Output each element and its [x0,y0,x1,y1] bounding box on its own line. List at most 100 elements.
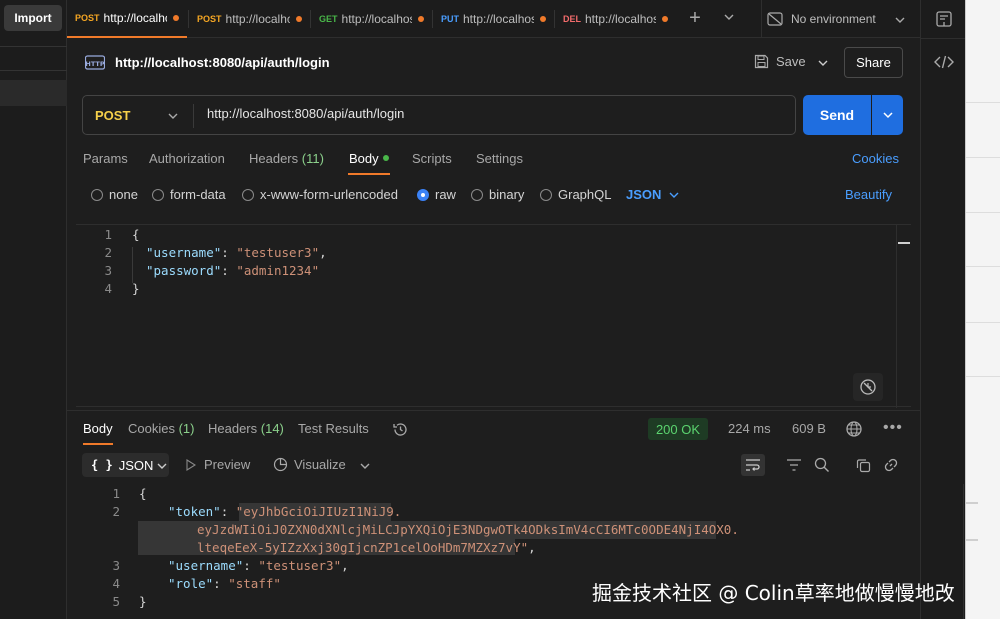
send-button[interactable]: Send [803,95,871,135]
tab-headers-label: Headers [249,151,299,166]
request-tab[interactable]: GET http://localhos [311,0,432,38]
response-cookies-label: Cookies [128,421,175,436]
active-tab-underline [83,443,113,445]
json-value: "admin1234" [236,263,320,278]
edge-line [966,266,1000,267]
filter-icon[interactable] [782,454,806,476]
raw-format-select[interactable]: JSON [626,187,661,202]
share-button[interactable]: Share [844,47,903,78]
json-value: "testuser3" [258,558,342,573]
request-title[interactable]: http://localhost:8080/api/auth/login [115,55,330,70]
tabs-chevron-down-icon[interactable] [722,10,736,27]
left-sidebar: Import [0,0,67,619]
response-tab-cookies[interactable]: Cookies (1) [128,421,194,436]
request-tab[interactable]: PUT http://localhos [433,0,554,38]
request-tab[interactable]: DEL http://localhos [555,0,676,38]
body-type-label: binary [489,187,525,202]
line-number: 2 [104,245,112,260]
url-input[interactable] [207,106,767,121]
environment-quick-look-icon[interactable] [935,10,953,31]
json-value: "testuser3" [236,245,320,260]
http-request-icon: HTTP [84,54,106,75]
code-brace: { [139,486,147,501]
body-type-binary[interactable]: binary [471,187,524,202]
line-number: 2 [112,504,120,519]
tab-method: GET [319,14,338,24]
copy-icon[interactable] [851,454,875,476]
body-type-urlencoded[interactable]: x-www-form-urlencoded [242,187,398,202]
edge-line [966,322,1000,323]
tab-headers[interactable]: Headers (11) [249,151,324,166]
environment-selector[interactable]: No environment [761,0,911,38]
method-chevron-down-icon[interactable] [167,110,179,125]
send-chevron-down-icon [882,109,894,121]
history-icon[interactable] [392,421,409,441]
status-badge[interactable]: 200 OK [648,418,708,440]
tab-body[interactable]: Body [349,151,389,166]
json-key: "token" [168,504,221,519]
response-tab-headers[interactable]: Headers (14) [208,421,284,436]
format-chevron-down-icon[interactable] [156,460,168,475]
body-type-none[interactable]: none [91,187,138,202]
code-brace: } [132,281,140,296]
line-number: 4 [112,576,120,591]
save-options-chevron-down-icon[interactable] [816,56,830,73]
indent-guide [132,247,133,283]
json-key: "username" [168,558,244,573]
json-value: lteqeEeX-5yIZzXxj30gIjcnZP1celOoHDm7MZXz… [197,540,529,555]
tab-authorization[interactable]: Authorization [149,151,225,166]
response-scrollbar[interactable] [963,484,979,619]
schema-toggle-icon[interactable] [853,373,883,401]
request-tab[interactable]: POST http://localhc [189,0,310,38]
new-tab-plus-icon[interactable]: + [684,8,706,30]
send-options-button[interactable] [872,95,903,135]
radio-icon [91,188,103,201]
method-selector[interactable]: POST [95,108,130,123]
line-number: 1 [112,486,120,501]
body-type-graphql[interactable]: GraphQL [540,187,611,202]
tab-scripts[interactable]: Scripts [412,151,452,166]
response-tab-test-results[interactable]: Test Results [298,421,369,436]
code-brace: { [132,227,140,242]
tab-url: http://localhos [463,12,534,26]
globe-icon[interactable] [845,420,863,441]
tab-settings[interactable]: Settings [476,151,523,166]
save-button[interactable]: Save [754,54,806,69]
request-body-editor[interactable]: 1 2 3 4 { "username": "testuser3", "pass… [76,224,911,408]
body-type-form-data[interactable]: form-data [152,187,226,202]
edge-line [966,212,1000,213]
scroll-marker [898,242,910,244]
sidebar-divider [0,70,67,71]
right-rail [920,0,966,619]
preview-button[interactable]: Preview [186,457,250,472]
response-tab-body[interactable]: Body [83,421,113,436]
tab-url: http://localhos [585,12,656,26]
visualize-chevron-down-icon[interactable] [359,460,371,475]
response-headers-count: (14) [260,421,284,436]
body-type-raw[interactable]: raw [417,187,456,202]
editor-scrollbar[interactable] [896,225,910,408]
response-size[interactable]: 609 B [792,421,826,436]
code-line: "username": "testuser3", [168,558,349,573]
sidebar-selected-item[interactable] [0,80,67,106]
code-line: "username": "testuser3", [146,245,327,260]
wrap-lines-icon[interactable] [741,454,765,476]
more-options-icon[interactable]: ••• [883,419,903,437]
import-button[interactable]: Import [4,5,62,31]
request-tab[interactable]: POST http://localhc [67,0,187,38]
visualize-button[interactable]: Visualize [273,457,346,472]
response-time[interactable]: 224 ms [728,421,771,436]
code-snippet-icon[interactable] [934,54,954,73]
beautify-link[interactable]: Beautify [845,187,892,202]
environment-label: No environment [791,12,876,26]
cookies-link[interactable]: Cookies [852,151,899,166]
tab-params[interactable]: Params [83,151,128,166]
search-icon[interactable] [810,454,834,476]
link-icon[interactable] [879,454,903,476]
unsaved-dot-icon [540,16,546,22]
code-line: "token": "eyJhbGciOiJIUzI1NiJ9. [168,504,402,519]
raw-format-chevron-down-icon[interactable] [668,189,680,204]
code-line: "password": "admin1234" [146,263,320,278]
tab-body-label: Body [349,151,379,166]
json-key: "role" [168,576,214,591]
